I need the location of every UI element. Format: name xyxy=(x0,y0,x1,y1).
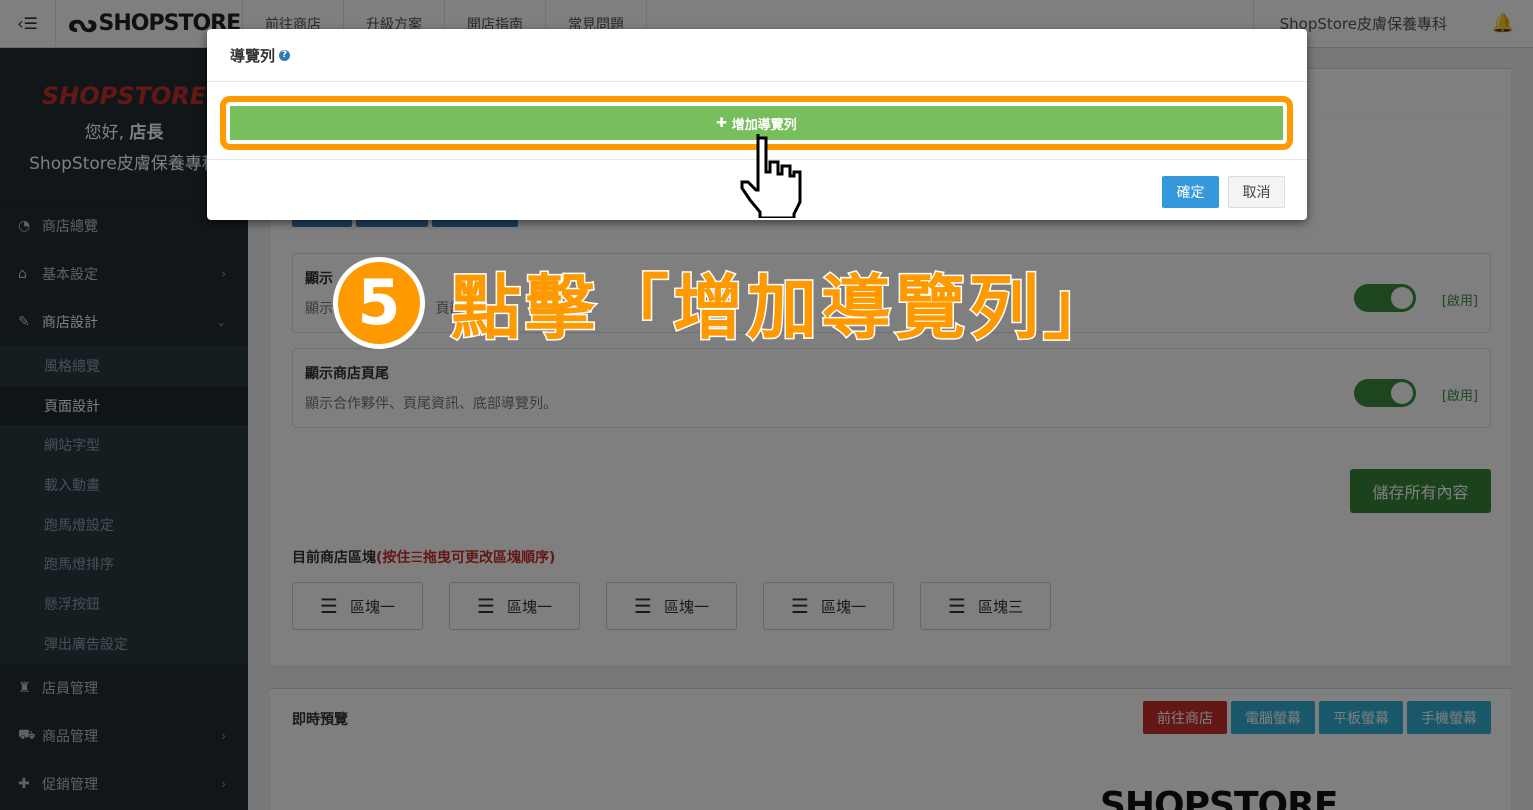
confirm-button[interactable]: 確定 xyxy=(1162,176,1219,208)
hand-pointer-icon xyxy=(740,134,802,218)
cancel-button[interactable]: 取消 xyxy=(1228,176,1285,208)
modal-header: 導覽列 ? xyxy=(207,29,1307,82)
step-instruction: 點擊「增加導覽列」 xyxy=(450,266,1117,351)
plus-icon: ✚ xyxy=(716,115,732,131)
step-annotation: 5 點擊「增加導覽列」 xyxy=(333,252,1117,353)
step-number: 5 xyxy=(333,256,425,349)
modal-title: 導覽列 xyxy=(230,46,276,65)
help-icon[interactable]: ? xyxy=(279,49,291,61)
